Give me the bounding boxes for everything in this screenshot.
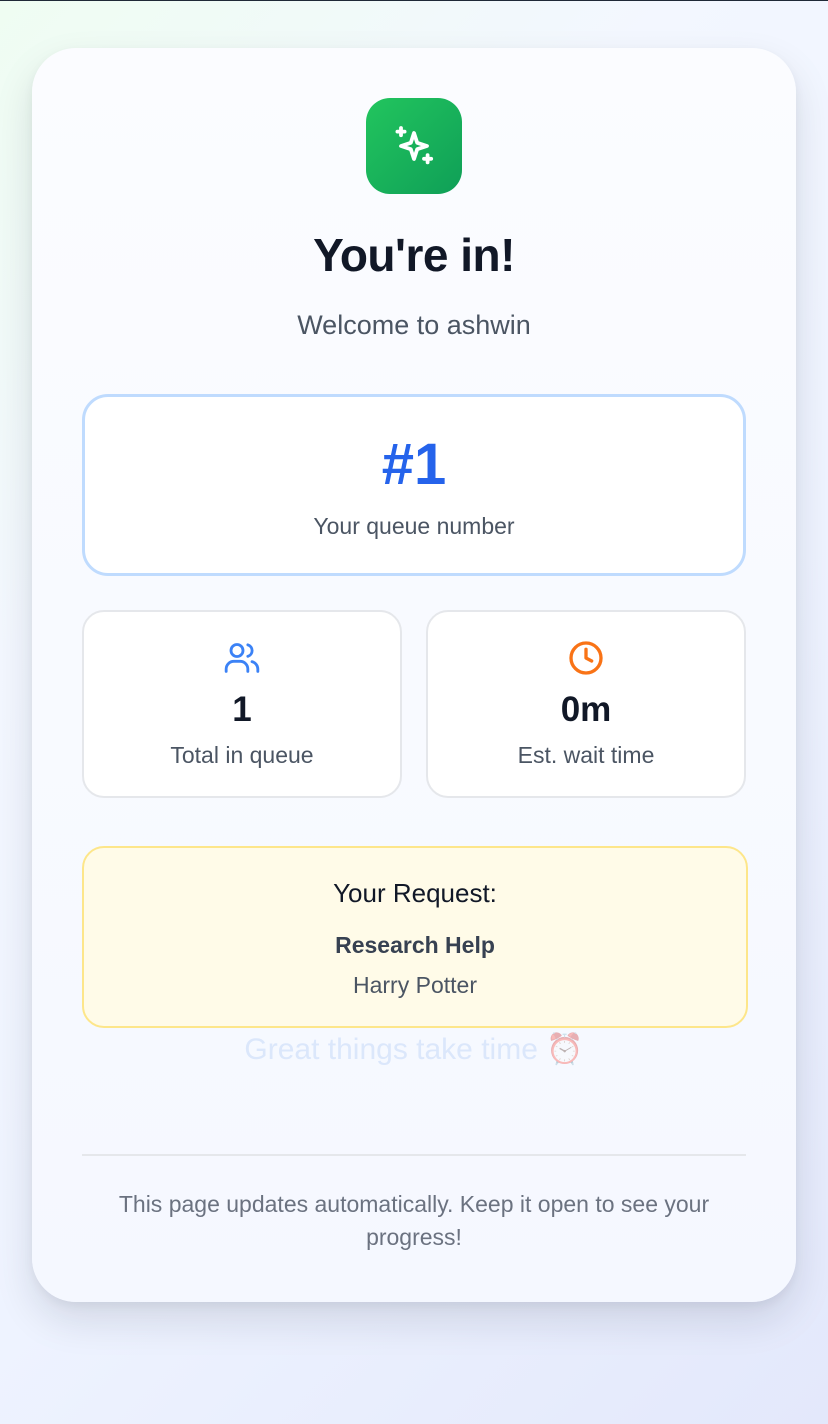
top-edge-line — [0, 0, 828, 1]
footer-divider — [82, 1154, 746, 1156]
request-detail: Harry Potter — [353, 972, 477, 998]
total-in-queue-stat: 1 Total in queue — [82, 610, 402, 798]
queue-number-panel: #1 Your queue number — [82, 394, 746, 576]
wait-time-stat: 0m Est. wait time — [426, 610, 746, 798]
motivation-message: Great things take time ⏰ — [32, 1032, 796, 1067]
request-panel: Your Request: Research Help Harry Potter — [82, 846, 748, 1028]
sparkles-icon — [395, 126, 434, 165]
queue-number: #1 — [381, 432, 447, 497]
request-heading: Your Request: — [333, 878, 497, 908]
queue-number-label: Your queue number — [313, 513, 515, 539]
app-logo — [366, 98, 462, 194]
total-in-queue-value: 1 — [232, 690, 252, 729]
page-title: You're in! — [313, 229, 515, 281]
welcome-subtitle: Welcome to ashwin — [297, 310, 531, 340]
queue-status-card: You're in! Welcome to ashwin #1 Your que… — [32, 48, 796, 1302]
auto-update-note: This page updates automatically. Keep it… — [118, 1191, 710, 1250]
users-icon — [224, 643, 260, 673]
wait-time-value: 0m — [560, 690, 612, 729]
motivation-text: Great things take time — [244, 1033, 538, 1066]
clock-icon — [569, 641, 603, 675]
wait-time-label: Est. wait time — [517, 742, 655, 768]
request-type: Research Help — [335, 932, 495, 958]
total-in-queue-label: Total in queue — [170, 742, 314, 768]
alarm-clock-icon: ⏰ — [546, 1033, 584, 1066]
